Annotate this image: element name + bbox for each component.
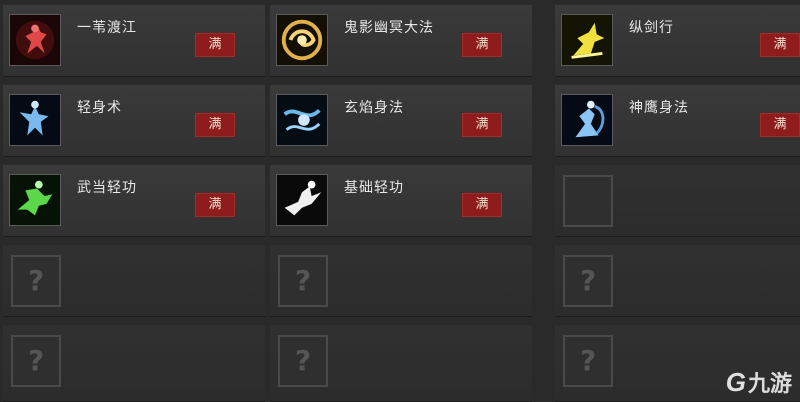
skill-slot[interactable]: 纵剑行 满: [555, 5, 800, 77]
blue-flame-icon: [276, 94, 328, 146]
skill-grid: 一苇渡江 满 鬼影幽冥大法 满 纵剑行 满 轻身术 满 玄焰身法 满 神鹰身法 …: [0, 0, 800, 402]
question-mark-icon: ?: [278, 255, 328, 307]
skill-slot[interactable]: 神鹰身法 满: [555, 85, 800, 157]
skill-name: 武当轻功: [77, 180, 137, 196]
empty-skill-slot[interactable]: ?: [270, 325, 532, 402]
question-mark-icon: ?: [11, 335, 61, 387]
max-level-badge: 满: [462, 113, 502, 137]
skill-slot[interactable]: 鬼影幽冥大法 满: [270, 5, 532, 77]
empty-skill-slot[interactable]: [555, 165, 800, 237]
empty-skill-slot[interactable]: ?: [555, 245, 800, 317]
watermark-logo-icon: G: [725, 366, 746, 397]
white-kick-icon: [276, 174, 328, 226]
blue-eagle-icon: [561, 94, 613, 146]
max-level-badge: 满: [195, 33, 235, 57]
skill-slot[interactable]: 轻身术 满: [3, 85, 265, 157]
red-figure-icon: [9, 14, 61, 66]
skill-slot[interactable]: 一苇渡江 满: [3, 5, 265, 77]
skill-name: 基础轻功: [344, 180, 404, 196]
skill-name: 纵剑行: [629, 20, 674, 36]
max-level-badge: 满: [760, 113, 800, 137]
green-figure-icon: [9, 174, 61, 226]
max-level-badge: 满: [195, 193, 235, 217]
max-level-badge: 满: [195, 113, 235, 137]
max-level-badge: 满: [760, 33, 800, 57]
yellow-leap-icon: [561, 14, 613, 66]
max-level-badge: 满: [462, 193, 502, 217]
max-level-badge: 满: [462, 33, 502, 57]
skill-slot[interactable]: 玄焰身法 满: [270, 85, 532, 157]
empty-skill-slot[interactable]: ?: [270, 245, 532, 317]
skill-name: 轻身术: [77, 100, 122, 116]
empty-skill-slot[interactable]: ?: [3, 245, 265, 317]
question-mark-icon: ?: [11, 255, 61, 307]
blue-figure-icon: [9, 94, 61, 146]
site-watermark: G 九游: [726, 366, 792, 398]
skill-slot[interactable]: 武当轻功 满: [3, 165, 265, 237]
skill-name: 神鹰身法: [629, 100, 689, 116]
gold-swirl-icon: [276, 14, 328, 66]
skill-name: 鬼影幽冥大法: [344, 20, 434, 36]
skill-name: 一苇渡江: [77, 20, 137, 36]
skill-slot[interactable]: 基础轻功 满: [270, 165, 532, 237]
empty-slot-icon: [563, 175, 613, 227]
skill-name: 玄焰身法: [344, 100, 404, 116]
empty-skill-slot[interactable]: ?: [3, 325, 265, 402]
watermark-text: 九游: [747, 371, 792, 396]
question-mark-icon: ?: [278, 335, 328, 387]
question-mark-icon: ?: [563, 255, 613, 307]
question-mark-icon: ?: [563, 335, 613, 387]
